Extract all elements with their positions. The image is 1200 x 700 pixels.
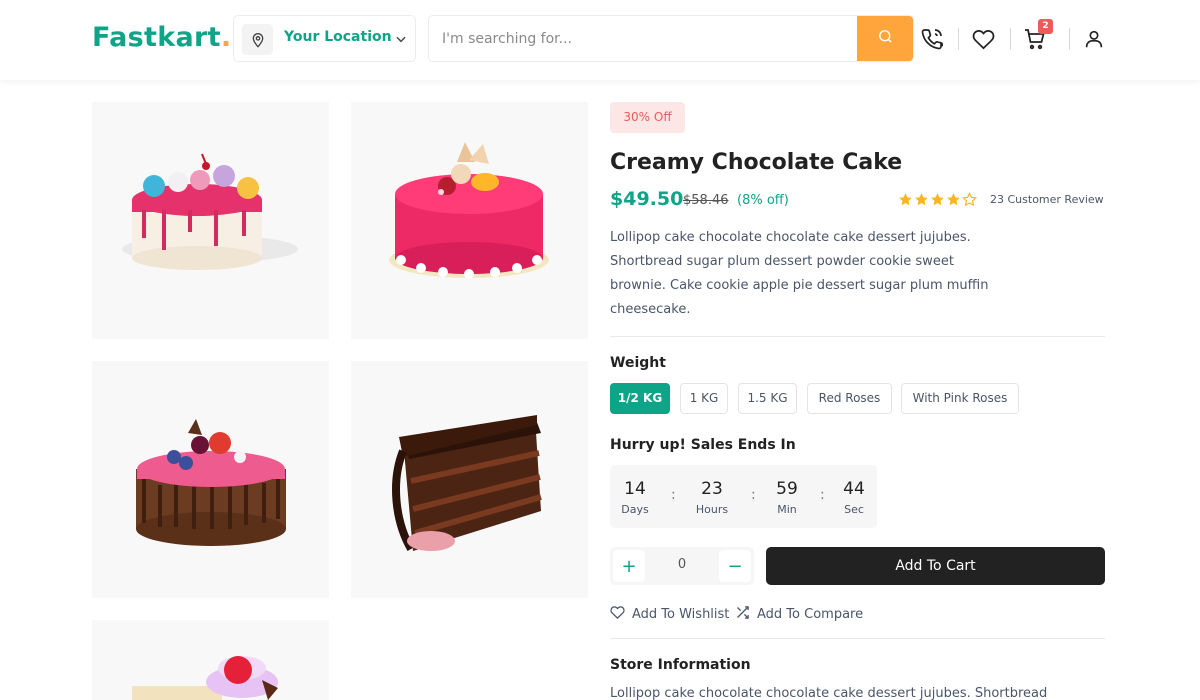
product-price: $49.50 [610, 188, 684, 210]
weight-option-1-5-kg[interactable]: 1.5 KG [738, 383, 797, 414]
heart-icon [610, 605, 625, 624]
store-info-text: Lollipop cake chocolate chocolate cake d… [610, 686, 1048, 700]
search-bar [428, 15, 914, 62]
divider [610, 638, 1105, 639]
timer-days-value: 14 [624, 479, 646, 499]
compare-label: Add To Compare [757, 607, 864, 622]
product-title: Creamy Chocolate Cake [610, 150, 903, 175]
timer-separator: : [671, 487, 676, 503]
add-to-cart-button[interactable]: Add To Cart [766, 547, 1105, 585]
quantity-minus-button[interactable]: − [719, 550, 751, 582]
chevron-down-icon [394, 31, 408, 50]
location-selector[interactable]: Your Location [233, 15, 416, 62]
product-image-5[interactable] [92, 620, 329, 700]
divider [610, 336, 1105, 337]
heart-icon[interactable] [970, 26, 996, 52]
header-divider [958, 28, 959, 50]
product-description: Lollipop cake chocolate chocolate cake d… [610, 230, 989, 317]
fastkart-logo[interactable]: Fastkart. [92, 22, 231, 53]
phone-icon[interactable] [919, 26, 945, 52]
cart-count-badge: 2 [1038, 19, 1053, 34]
star-icon [899, 193, 912, 206]
location-pin-icon [242, 24, 273, 55]
search-icon [877, 28, 894, 49]
review-count[interactable]: 23 Customer Review [990, 193, 1104, 206]
header-divider [1069, 28, 1070, 50]
search-input[interactable] [429, 16, 857, 61]
timer-separator: : [820, 487, 825, 503]
user-icon[interactable] [1081, 26, 1107, 52]
star-outline-icon [962, 192, 977, 207]
timer-separator: : [751, 487, 756, 503]
location-label: Your Location [284, 29, 392, 45]
add-to-wishlist-link[interactable]: Add To Wishlist [610, 605, 729, 624]
quantity-plus-button[interactable]: + [613, 550, 645, 582]
product-image-3[interactable] [92, 361, 329, 598]
quantity-stepper: + 0 − [610, 547, 754, 585]
weight-option-red-roses[interactable]: Red Roses [807, 383, 892, 414]
original-price: $58.46 [683, 193, 729, 208]
shuffle-icon [735, 605, 750, 624]
star-icon [947, 193, 960, 206]
timer-min-label: Min [777, 503, 797, 516]
weight-option-pink-roses[interactable]: With Pink Roses [901, 383, 1019, 414]
timer-hours-value: 23 [701, 479, 723, 499]
weight-label: Weight [610, 355, 666, 371]
product-image-1[interactable] [92, 102, 329, 339]
store-info-heading: Store Information [610, 657, 751, 673]
product-image-4[interactable] [351, 361, 588, 598]
timer-min-value: 59 [776, 479, 798, 499]
star-icon [931, 193, 944, 206]
star-icon [915, 193, 928, 206]
discount-badge: 30% Off [610, 102, 685, 133]
timer-hours-label: Hours [695, 503, 729, 516]
product-image-2[interactable] [351, 102, 588, 339]
timer-sec-value: 44 [843, 479, 865, 499]
add-to-compare-link[interactable]: Add To Compare [735, 605, 863, 624]
quantity-value[interactable]: 0 [662, 557, 702, 572]
header-divider [1010, 28, 1011, 50]
countdown-timer: 14 Days : 23 Hours : 59 Min : 44 Sec [610, 465, 877, 528]
timer-days-label: Days [621, 503, 649, 516]
star-rating [898, 192, 977, 207]
timer-sec-label: Sec [844, 503, 864, 516]
search-button[interactable] [857, 16, 913, 61]
site-header: Fastkart. Your Location 2 [0, 0, 1200, 80]
weight-option-half-kg[interactable]: 1/2 KG [610, 383, 670, 414]
sale-label: Hurry up! Sales Ends In [610, 437, 796, 453]
weight-option-1-kg[interactable]: 1 KG [680, 383, 728, 414]
discount-percent: (8% off) [737, 193, 789, 208]
wishlist-label: Add To Wishlist [632, 607, 730, 622]
